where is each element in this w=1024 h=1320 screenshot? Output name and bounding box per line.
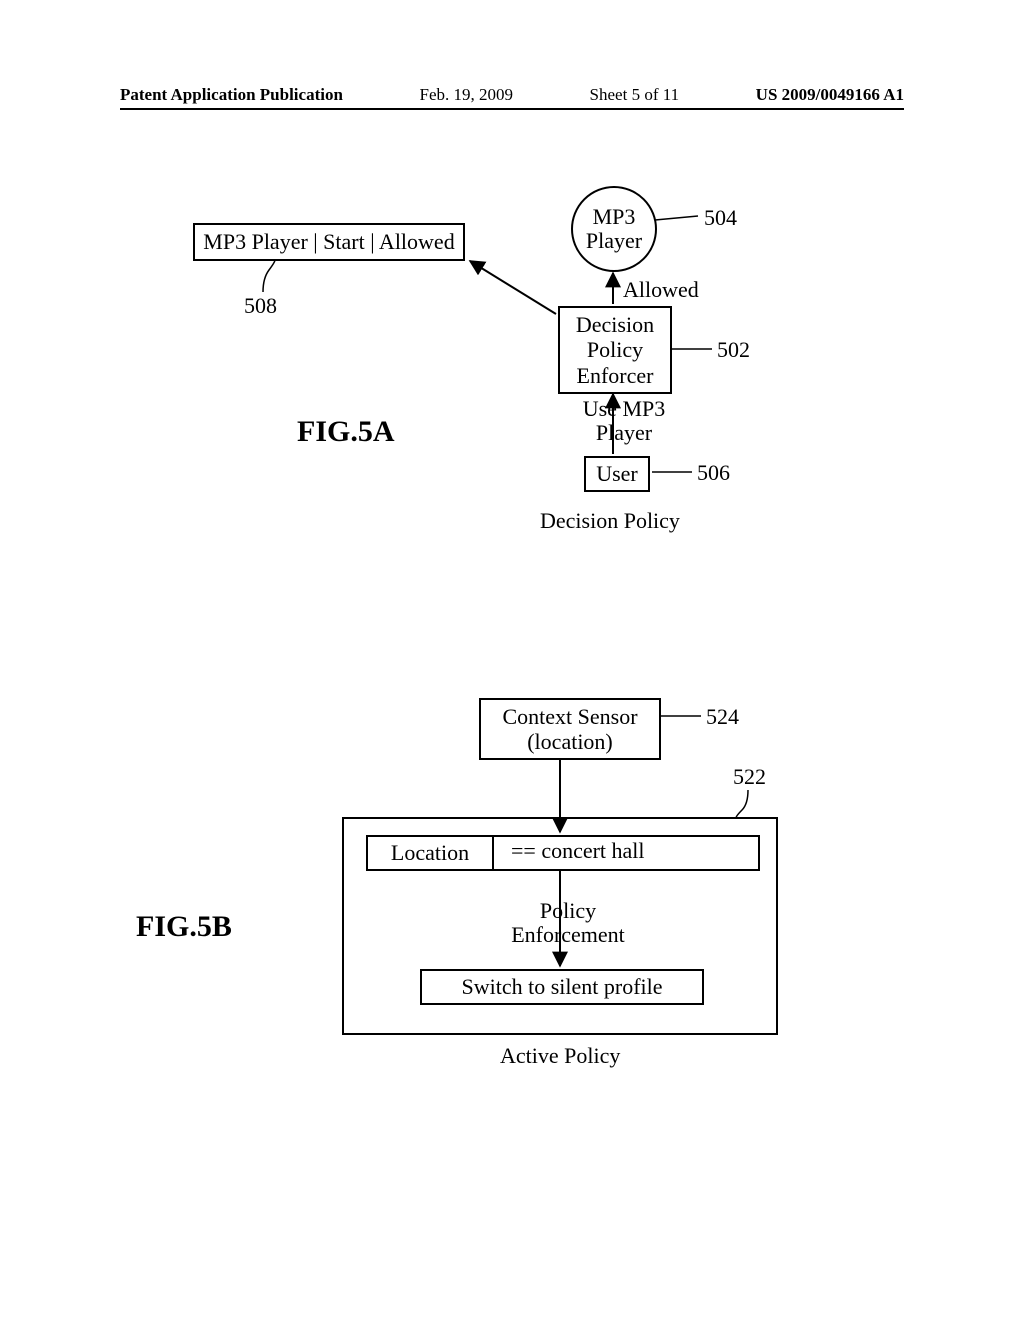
allowed-label: Allowed xyxy=(623,278,699,302)
ref-524: 524 xyxy=(706,704,739,730)
rule-text: MP3 Player | Start | Allowed xyxy=(203,229,454,254)
page: Patent Application Publication Feb. 19, … xyxy=(0,0,1024,1320)
user-text: User xyxy=(596,461,638,486)
enforcer-l1: Decision xyxy=(576,312,654,337)
decision-policy-enforcer-box: Decision Policy Enforcer xyxy=(558,306,672,394)
enforce-l2: Enforcement xyxy=(511,922,625,947)
use-l1: Use MP3 xyxy=(583,396,666,421)
ref-508: 508 xyxy=(244,293,277,319)
doc-header: Patent Application Publication Feb. 19, … xyxy=(120,85,904,105)
header-date: Feb. 19, 2009 xyxy=(419,85,513,105)
header-rule xyxy=(120,108,904,110)
mp3-circle-l1: MP3 xyxy=(593,205,636,229)
ref-502: 502 xyxy=(717,337,750,363)
use-mp3-label: Use MP3 Player xyxy=(569,397,679,445)
use-l2: Player xyxy=(596,420,652,445)
mp3-player-circle: MP3 Player xyxy=(571,186,657,272)
sensor-l2: (location) xyxy=(527,729,613,754)
enforcer-l2: Policy xyxy=(587,337,643,362)
header-left: Patent Application Publication xyxy=(120,85,343,105)
context-sensor-box: Context Sensor (location) xyxy=(479,698,661,760)
mp3-circle-l2: Player xyxy=(586,229,642,253)
user-box: User xyxy=(584,456,650,492)
policy-enforcement-label: Policy Enforcement xyxy=(473,899,663,947)
decision-policy-caption: Decision Policy xyxy=(540,508,680,534)
sensor-l1: Context Sensor xyxy=(502,704,637,729)
ref-506: 506 xyxy=(697,460,730,486)
switch-text: Switch to silent profile xyxy=(461,974,662,999)
enforce-l1: Policy xyxy=(540,898,596,923)
fig5b-label: FIG.5B xyxy=(136,910,232,944)
ref-522: 522 xyxy=(733,764,766,790)
connector-overlay xyxy=(0,0,1024,1320)
enforcer-l3: Enforcer xyxy=(577,363,654,388)
header-pubno: US 2009/0049166 A1 xyxy=(756,85,904,105)
switch-box: Switch to silent profile xyxy=(420,969,704,1005)
active-policy-caption: Active Policy xyxy=(500,1043,620,1069)
header-sheet: Sheet 5 of 11 xyxy=(590,85,680,105)
location-row-border xyxy=(366,835,760,871)
rule-box: MP3 Player | Start | Allowed xyxy=(193,223,465,261)
fig5a-label: FIG.5A xyxy=(297,415,395,449)
ref-504: 504 xyxy=(704,205,737,231)
